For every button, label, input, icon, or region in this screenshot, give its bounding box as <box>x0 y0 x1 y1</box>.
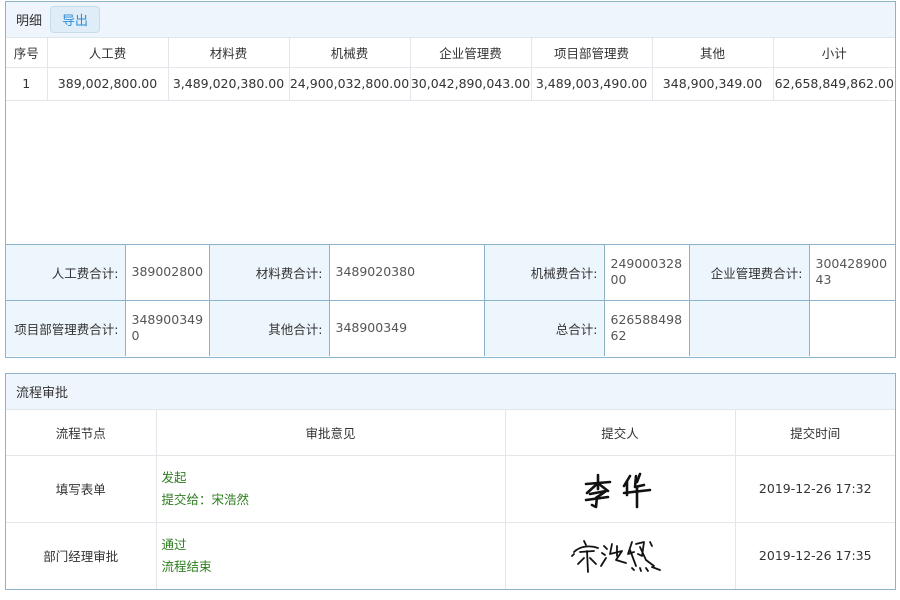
flow-row: 部门经理审批 通过 流程结束 2019-12-26 17:35 <box>6 522 895 589</box>
column-header-other: 其他 <box>652 38 774 68</box>
material-total-label: 材料费合计: <box>209 244 330 301</box>
machine-total-label: 机械费合计: <box>484 244 605 301</box>
column-header-index: 序号 <box>6 38 48 68</box>
submit-time: 2019-12-26 17:35 <box>758 548 872 564</box>
cell-labor: 389,002,800.00 <box>47 67 169 101</box>
summary-row: 人工费合计: 389002800 材料费合计: 3489020380 机械费合计… <box>6 244 895 301</box>
cell-material: 3,489,020,380.00 <box>168 67 290 101</box>
opinion-detail: 提交给：宋浩然 <box>161 491 250 507</box>
opinion-detail: 流程结束 <box>161 558 212 574</box>
flow-node: 填写表单 <box>6 455 157 523</box>
flow-table-header-row: 流程节点 审批意见 提交人 提交时间 <box>6 410 895 456</box>
enterprise-mgmt-total-value: 30042890043 <box>809 244 895 301</box>
flow-panel-title: 流程审批 <box>6 374 895 410</box>
flow-opinion: 通过 流程结束 <box>156 522 506 589</box>
detail-panel: 明细 导出 序号 人工费 材料费 机械费 企业管理费 项目部管理费 其他 小计 … <box>5 1 896 358</box>
column-header-machine: 机械费 <box>289 38 411 68</box>
signature-image <box>580 469 660 509</box>
column-header-enterprise-mgmt: 企业管理费 <box>410 38 532 68</box>
summary-table: 人工费合计: 389002800 材料费合计: 3489020380 机械费合计… <box>6 244 895 356</box>
detail-table-header-row: 序号 人工费 材料费 机械费 企业管理费 项目部管理费 其他 小计 <box>6 38 895 68</box>
flow-row: 填写表单 发起 提交给：宋浩然 2019-12-26 17:32 <box>6 455 895 523</box>
cell-other: 348,900,349.00 <box>652 67 774 101</box>
column-header-submitter: 提交人 <box>505 410 736 456</box>
flow-node: 部门经理审批 <box>6 522 157 589</box>
column-header-time: 提交时间 <box>735 410 895 456</box>
flow-table: 流程节点 审批意见 提交人 提交时间 填写表单 发起 提交给：宋浩然 2019-… <box>6 410 895 589</box>
detail-table: 序号 人工费 材料费 机械费 企业管理费 项目部管理费 其他 小计 1 389,… <box>6 38 895 101</box>
material-total-value: 3489020380 <box>329 244 485 301</box>
table-row[interactable]: 1 389,002,800.00 3,489,020,380.00 24,900… <box>6 67 895 101</box>
project-mgmt-total-label: 项目部管理费合计: <box>6 300 126 356</box>
cell-project-mgmt: 3,489,003,490.00 <box>531 67 653 101</box>
column-header-opinion: 审批意见 <box>156 410 506 456</box>
column-header-node: 流程节点 <box>6 410 157 456</box>
column-header-material: 材料费 <box>168 38 290 68</box>
cell-machine: 24,900,032,800.00 <box>289 67 411 101</box>
detail-panel-title: 明细 <box>16 14 43 29</box>
column-header-project-mgmt: 项目部管理费 <box>531 38 653 68</box>
detail-table-empty-area <box>6 101 895 245</box>
cell-subtotal: 62,658,849,862.00 <box>773 67 895 101</box>
cell-enterprise-mgmt: 30,042,890,043.00 <box>410 67 532 101</box>
summary-row: 项目部管理费合计: 3489003490 其他合计: 348900349 总合计… <box>6 300 895 356</box>
enterprise-mgmt-total-label: 企业管理费合计: <box>689 244 810 301</box>
column-header-labor: 人工费 <box>47 38 169 68</box>
opinion-action: 通过 <box>161 536 187 552</box>
grand-total-label: 总合计: <box>484 300 605 356</box>
other-total-value: 348900349 <box>329 300 485 356</box>
cell-index: 1 <box>6 67 48 101</box>
other-total-label: 其他合计: <box>209 300 330 356</box>
empty-label-cell <box>689 300 810 356</box>
empty-value-cell <box>809 300 895 356</box>
submitter-signature <box>505 455 736 523</box>
labor-total-label: 人工费合计: <box>6 244 126 301</box>
grand-total-value: 62658849862 <box>604 300 690 356</box>
detail-panel-header: 明细 导出 <box>6 2 895 38</box>
flow-approval-panel: 流程审批 流程节点 审批意见 提交人 提交时间 填写表单 发起 提交给：宋浩然 <box>5 373 896 590</box>
flow-opinion: 发起 提交给：宋浩然 <box>156 455 506 523</box>
machine-total-value: 24900032800 <box>604 244 690 301</box>
labor-total-value: 389002800 <box>125 244 210 301</box>
submit-time: 2019-12-26 17:32 <box>735 455 895 523</box>
project-mgmt-total-value: 3489003490 <box>125 300 210 356</box>
opinion-action: 发起 <box>161 469 187 485</box>
export-button[interactable]: 导出 <box>50 6 101 33</box>
submitter-signature <box>505 522 736 589</box>
signature-image <box>570 536 670 576</box>
column-header-subtotal: 小计 <box>773 38 895 68</box>
